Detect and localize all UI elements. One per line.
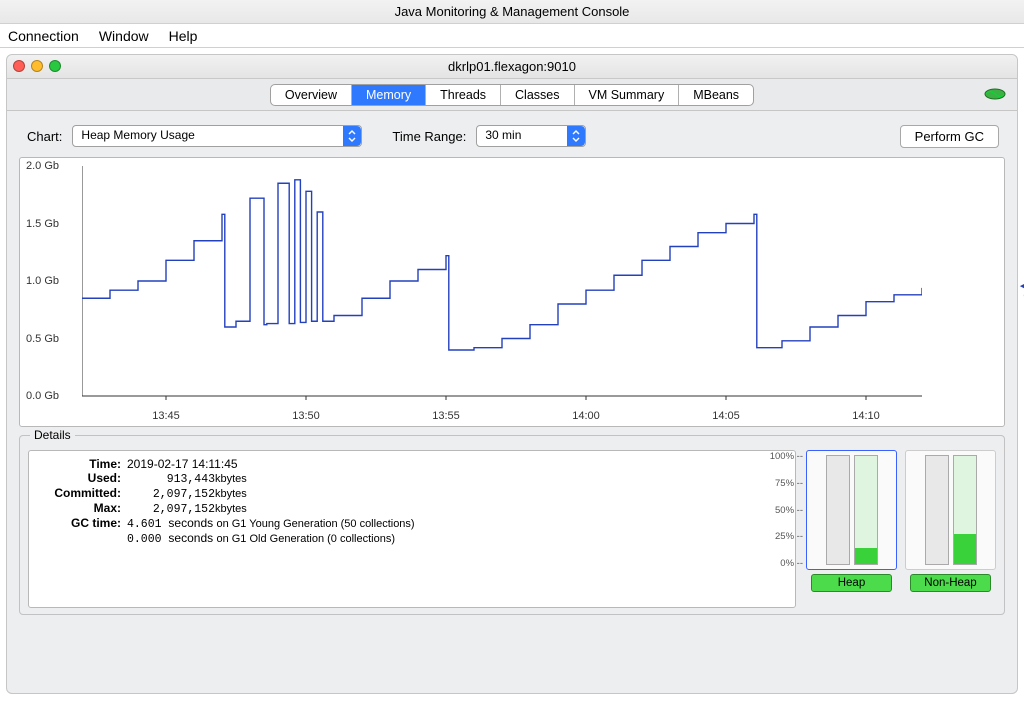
memory-bars: 100% --75% --50% --25% --0% -- Heap Non-… xyxy=(806,450,996,608)
app-titlebar: Java Monitoring & Management Console xyxy=(0,0,1024,24)
app-title: Java Monitoring & Management Console xyxy=(395,4,630,19)
document-window: dkrlp01.flexagon:9010 Overview Memory Th… xyxy=(6,54,1018,694)
chart-select-label: Chart: xyxy=(27,129,62,144)
tab-vm-summary[interactable]: VM Summary xyxy=(575,85,680,105)
heap-button[interactable]: Heap xyxy=(811,574,893,592)
connection-status-icon xyxy=(983,85,1007,103)
tabbar: Overview Memory Threads Classes VM Summa… xyxy=(7,79,1017,111)
series-annotation: ◄ Used 936,414,208 xyxy=(1018,281,1024,303)
details-text: Time:2019-02-17 14:11:45 Used:913,443 kb… xyxy=(28,450,796,608)
menu-window[interactable]: Window xyxy=(99,28,149,44)
window-controls xyxy=(13,60,61,72)
details-panel: Details Time:2019-02-17 14:11:45 Used:91… xyxy=(19,435,1005,615)
menu-help[interactable]: Help xyxy=(169,28,198,44)
memory-chart: 2.0 Gb1.5 Gb1.0 Gb0.5 Gb0.0 Gb 13:4513:5… xyxy=(19,157,1005,427)
chart-controls: Chart: Heap Memory Usage Time Range: 30 … xyxy=(19,119,1005,153)
chart-select[interactable]: Heap Memory Usage xyxy=(72,125,362,147)
time-range-select[interactable]: 30 min xyxy=(476,125,586,147)
tab-threads[interactable]: Threads xyxy=(426,85,501,105)
tab-classes[interactable]: Classes xyxy=(501,85,574,105)
close-icon[interactable] xyxy=(13,60,25,72)
document-titlebar: dkrlp01.flexagon:9010 xyxy=(7,55,1017,79)
nonheap-bar-group[interactable]: Non-Heap xyxy=(905,450,996,608)
nonheap-button[interactable]: Non-Heap xyxy=(910,574,992,592)
minimize-icon[interactable] xyxy=(31,60,43,72)
document-title: dkrlp01.flexagon:9010 xyxy=(448,59,576,74)
details-legend: Details xyxy=(30,428,75,442)
chevron-updown-icon xyxy=(567,126,585,146)
tab-mbeans[interactable]: MBeans xyxy=(679,85,753,105)
menu-connection[interactable]: Connection xyxy=(8,28,79,44)
menubar: Connection Window Help xyxy=(0,24,1024,48)
zoom-icon[interactable] xyxy=(49,60,61,72)
tab-overview[interactable]: Overview xyxy=(271,85,352,105)
time-range-label: Time Range: xyxy=(392,129,466,144)
chevron-updown-icon xyxy=(343,126,361,146)
chart-canvas xyxy=(82,166,922,406)
perform-gc-button[interactable]: Perform GC xyxy=(900,125,999,148)
heap-bar-group[interactable]: 100% --75% --50% --25% --0% -- Heap xyxy=(806,450,897,608)
tab-memory[interactable]: Memory xyxy=(352,85,426,105)
